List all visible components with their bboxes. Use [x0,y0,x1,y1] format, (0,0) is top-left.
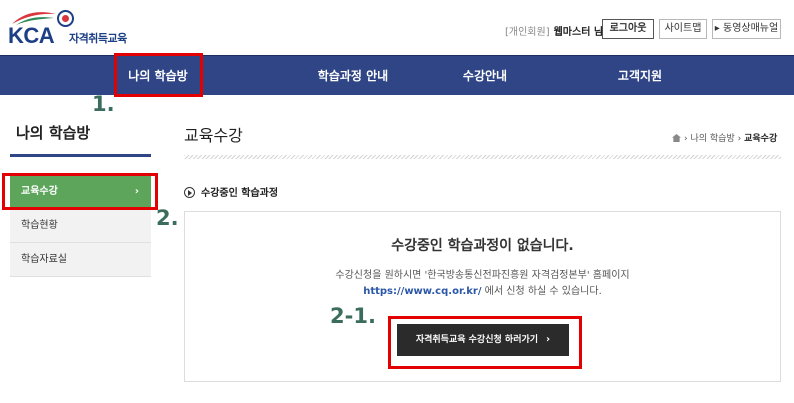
breadcrumb-sep: › [684,134,688,144]
empty-message-title: 수강중인 학습과정이 없습니다. [391,238,574,254]
nav-item-customer-support[interactable]: 고객지원 [595,56,685,96]
empty-course-box: 수강중인 학습과정이 없습니다. 수강신청을 원하시면 '한국방송통신전파진흥원… [184,211,781,382]
logo-kca: KCA [8,23,55,48]
sidebar-item-education[interactable]: 교육수강 › [10,175,151,209]
chevron-right-icon: › [134,186,139,197]
cq-site-link[interactable]: https://www.cq.or.kr/ [363,286,481,297]
sidebar-divider [10,154,151,157]
empty-message-text: 수강신청을 원하시면 '한국방송통신전파진흥원 자격검정본부' 홈페이지 htt… [185,268,780,300]
member-type: [개인회원] [505,27,550,38]
header: KCA 자격취득교육 [개인회원] 웹마스터 님 로그아웃 사이트맵 ▸ 동영상매… [0,0,794,55]
video-manual-button[interactable]: ▸ 동영상매뉴얼 [712,19,781,39]
logout-button[interactable]: 로그아웃 [602,19,654,39]
annotation-label-1: 1. [92,92,115,116]
title-divider [184,155,781,159]
sitemap-button[interactable]: 사이트맵 [659,19,707,39]
sidebar-item-label: 학습자료실 [21,254,67,265]
message-line-1: 수강신청을 원하시면 '한국방송통신전파진흥원 자격검정본부' 홈페이지 [335,270,630,281]
breadcrumb-sep: › [737,134,742,144]
message-line-2-rest: 에서 신청 하실 수 있습니다. [481,286,602,297]
main-nav: 나의 학습방 학습과정 안내 수강안내 고객지원 [0,55,794,95]
breadcrumb: › 나의 학습방 › 교육수강 [672,131,777,144]
sidebar-menu: 교육수강 › 학습현황 학습자료실 [10,175,151,277]
section-heading: 수강중인 학습과정 [184,184,278,199]
sidebar-item-materials[interactable]: 학습자료실 [10,243,151,277]
play-circle-icon [184,187,195,198]
logo-subtitle: 자격취득교육 [69,32,127,45]
logo-emblem-icon [57,10,74,27]
home-icon[interactable] [672,134,681,142]
section-heading-label: 수강중인 학습과정 [201,188,279,199]
breadcrumb-my-study[interactable]: 나의 학습방 [690,134,734,144]
message-line-2: https://www.cq.or.kr/ 에서 신청 하실 수 있습니다. [185,284,780,300]
page-title: 교육수강 [184,126,243,145]
sidebar-title: 나의 학습방 [16,124,91,142]
user-info: [개인회원] 웹마스터 님 [505,23,603,38]
annotation-label-2: 2. [156,206,179,230]
logo[interactable]: KCA 자격취득교육 [8,10,143,50]
enroll-course-button-label: 자격취득교육 수강신청 하러가기 [415,335,539,345]
enroll-course-button[interactable]: 자격취득교육 수강신청 하러가기 › [397,324,569,356]
annotation-label-2-1: 2-1. [330,304,376,328]
nav-item-enrollment-info[interactable]: 수강안내 [440,56,530,96]
sidebar-item-label: 교육수강 [21,186,58,197]
nav-item-my-study[interactable]: 나의 학습방 [118,56,198,96]
sidebar-item-label: 학습현황 [21,220,58,231]
user-name: 웹마스터 님 [553,27,604,38]
chevron-right-icon: › [546,334,551,345]
nav-item-course-info[interactable]: 학습과정 안내 [283,56,423,96]
breadcrumb-current: 교육수강 [744,134,778,144]
page: KCA 자격취득교육 [개인회원] 웹마스터 님 로그아웃 사이트맵 ▸ 동영상매… [0,0,794,403]
sidebar-item-progress[interactable]: 학습현황 [10,209,151,243]
